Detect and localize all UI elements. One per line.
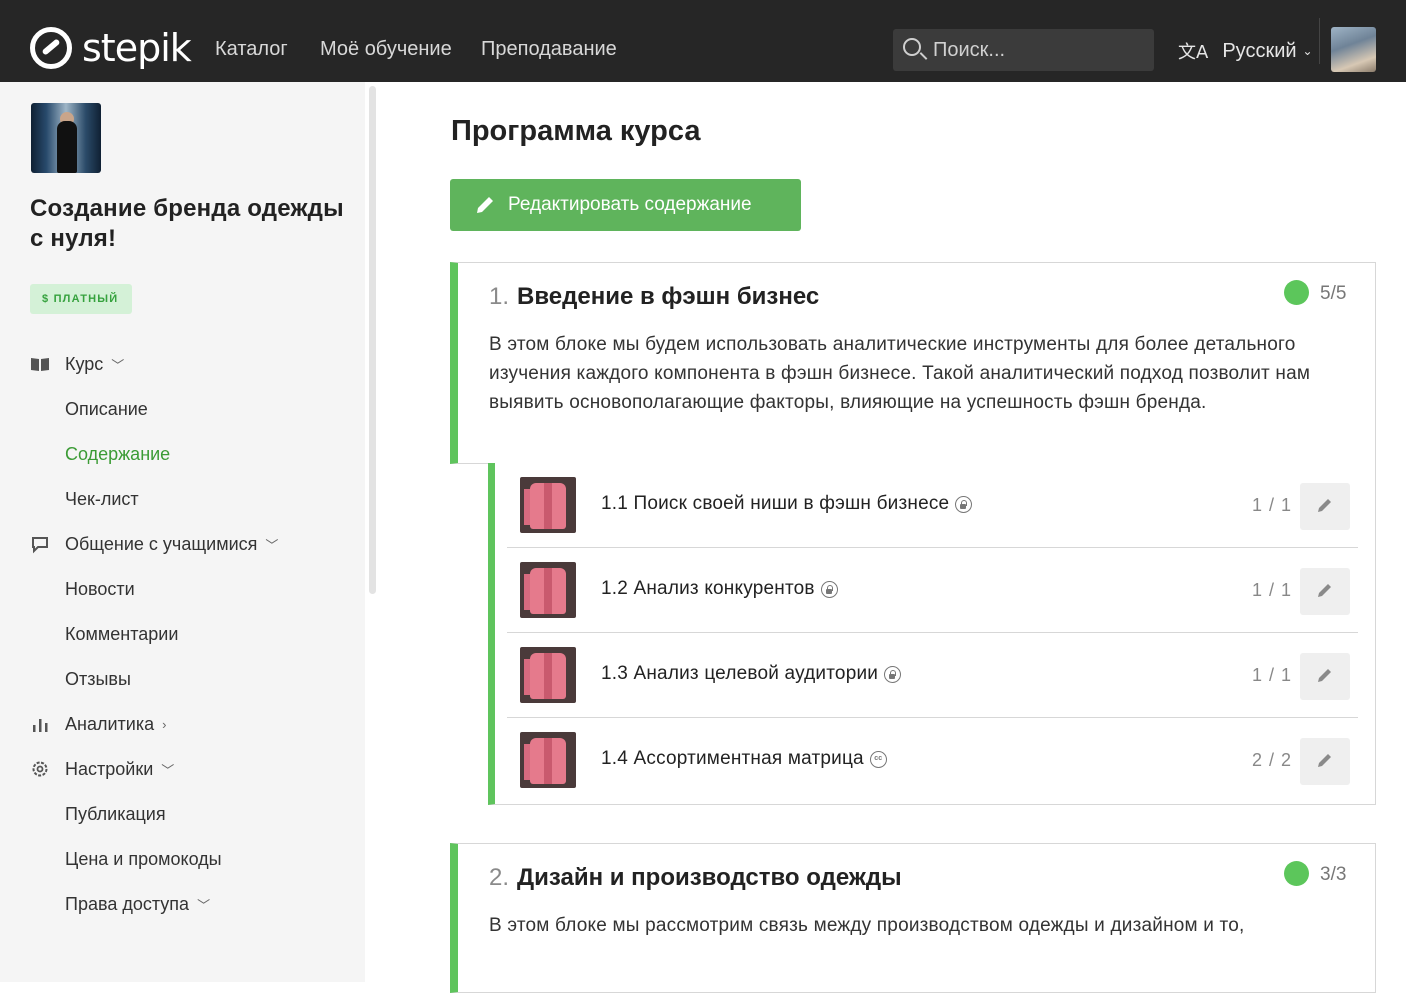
lesson-title[interactable]: 1.2 Анализ конкурентов	[601, 578, 838, 600]
lesson-title[interactable]: 1.1 Поиск своей ниши в фэшн бизнесе	[601, 493, 973, 515]
divider	[1319, 18, 1320, 64]
section-description: В этом блоке мы рассмотрим связь между п…	[489, 915, 1245, 936]
lesson-title[interactable]: 1.4 Ассортиментная матрица cc	[601, 748, 887, 770]
chevron-down-icon: ﹀	[197, 898, 211, 913]
sidebar-item-news[interactable]: Новости	[65, 579, 135, 600]
bar-chart-icon	[33, 719, 48, 732]
nav-catalog-link[interactable]: Каталог	[215, 38, 288, 61]
lesson-title-text: 1.3 Анализ целевой аудитории	[601, 663, 879, 684]
pencil-icon	[1318, 499, 1331, 512]
edit-lesson-button[interactable]	[1300, 568, 1350, 615]
edit-lesson-button[interactable]	[1300, 653, 1350, 700]
lock-icon	[820, 580, 838, 598]
chevron-right-icon: ›	[162, 717, 167, 732]
section-progress: 3/3	[1320, 864, 1347, 885]
sidebar-item-label: Права доступа	[65, 894, 190, 914]
section-number: 2.	[489, 864, 510, 891]
lesson-title[interactable]: 1.3 Анализ целевой аудитории	[601, 663, 902, 685]
lock-icon	[955, 495, 973, 513]
lesson-progress: 1 / 1	[1252, 665, 1293, 685]
sidebar-item-label: Аналитика	[65, 714, 155, 734]
course-avatar	[31, 103, 101, 173]
chevron-down-icon: ﹀	[111, 358, 125, 373]
search-input[interactable]	[933, 37, 1133, 63]
translate-icon: 文A	[1178, 42, 1209, 63]
section-title[interactable]: 1. Введение в фэшн бизнес	[489, 283, 819, 311]
sidebar-item-label: Курс	[65, 354, 104, 374]
sidebar-item-settings[interactable]: Настройки ﹀	[65, 759, 174, 780]
sidebar-item-analytics[interactable]: Аналитика ›	[65, 714, 166, 735]
stepik-logo[interactable]: stepik	[30, 26, 192, 70]
sidebar-item-comments[interactable]: Комментарии	[65, 624, 178, 645]
lesson-title-text: 1.2 Анализ конкурентов	[601, 578, 815, 599]
lesson-row[interactable]: 1.1 Поиск своей ниши в фэшн бизнесе 1 / …	[495, 463, 1376, 548]
sidebar-item-communication[interactable]: Общение с учащимися ﹀	[65, 534, 278, 555]
sidebar-item-access[interactable]: Права доступа ﹀	[65, 894, 210, 915]
section-number: 1.	[489, 283, 510, 310]
sidebar-item-content[interactable]: Содержание	[65, 444, 170, 465]
section-title-text: Введение в фэшн бизнес	[517, 283, 820, 310]
book-icon	[31, 358, 49, 371]
lesson-thumbnail	[520, 477, 576, 533]
lesson-progress: 1 / 1	[1252, 495, 1293, 515]
lesson-thumbnail	[520, 732, 576, 788]
chevron-down-icon: ﹀	[161, 763, 175, 778]
lesson-thumbnail	[520, 647, 576, 703]
search-box	[893, 29, 1154, 71]
edit-lesson-button[interactable]	[1300, 483, 1350, 530]
edit-content-label: Редактировать содержание	[508, 194, 752, 215]
sidebar-item-label: Общение с учащимися	[65, 534, 258, 554]
lesson-progress: 1 / 1	[1252, 580, 1293, 600]
lesson-row[interactable]: 1.4 Ассортиментная матрица cc 2 / 2	[495, 718, 1376, 803]
chevron-down-icon: ⌄	[1302, 44, 1313, 58]
cc-icon: cc	[869, 750, 887, 768]
lesson-thumbnail	[520, 562, 576, 618]
pencil-icon	[1318, 669, 1331, 682]
top-navbar: stepik Каталог Моё обучение Преподавание…	[0, 0, 1406, 82]
progress-dot-icon	[1284, 280, 1309, 305]
section-2: 2. Дизайн и производство одежды 3/3 В это…	[450, 843, 1376, 993]
user-avatar[interactable]	[1331, 27, 1376, 72]
nav-my-learning-link[interactable]: Моё обучение	[320, 38, 452, 61]
chevron-down-icon: ﹀	[265, 538, 279, 553]
edit-content-button[interactable]: Редактировать содержание	[450, 179, 801, 231]
search-icon	[903, 38, 921, 56]
paid-badge: $ ПЛАТНЫЙ	[30, 284, 132, 314]
lesson-title-text: 1.1 Поиск своей ниши в фэшн бизнесе	[601, 493, 950, 514]
lesson-title-text: 1.4 Ассортиментная матрица	[601, 748, 864, 769]
pencil-icon	[477, 197, 493, 213]
sidebar-item-course[interactable]: Курс ﹀	[65, 354, 124, 375]
section-description: В этом блоке мы будем использовать анали…	[489, 334, 1311, 413]
lesson-progress: 2 / 2	[1252, 750, 1293, 770]
sidebar-item-reviews[interactable]: Отзывы	[65, 669, 131, 690]
sidebar-item-publication[interactable]: Публикация	[65, 804, 166, 825]
pencil-icon	[1318, 584, 1331, 597]
logo-text: stepik	[82, 26, 192, 70]
sidebar-item-label: Настройки	[65, 759, 154, 779]
nav-teaching-link[interactable]: Преподавание	[481, 38, 617, 61]
sidebar-item-checklist[interactable]: Чек-лист	[65, 489, 139, 510]
language-label: Русский	[1222, 39, 1297, 62]
progress-dot-icon	[1284, 861, 1309, 886]
lesson-row[interactable]: 1.2 Анализ конкурентов 1 / 1	[495, 548, 1376, 633]
edit-lesson-button[interactable]	[1300, 738, 1350, 785]
section-title[interactable]: 2. Дизайн и производство одежды	[489, 864, 902, 892]
pencil-icon	[1318, 754, 1331, 767]
sidebar-item-price[interactable]: Цена и промокоды	[65, 849, 222, 870]
section-1: 1. Введение в фэшн бизнес 5/5 В этом блок…	[450, 262, 1376, 464]
language-selector[interactable]: 文A Русский ⌄	[1178, 38, 1313, 64]
lock-icon	[884, 665, 902, 683]
gear-icon	[32, 761, 48, 777]
course-title: Создание бренда одежды с нуля!	[30, 195, 344, 252]
stepik-logo-icon	[30, 27, 72, 69]
sidebar-scrollbar[interactable]	[369, 86, 376, 594]
page-title: Программа курса	[451, 115, 701, 147]
section-progress: 5/5	[1320, 283, 1347, 304]
chat-icon	[32, 537, 48, 554]
lesson-list: 1.1 Поиск своей ниши в фэшн бизнесе 1 / …	[488, 463, 1376, 805]
sidebar-item-description[interactable]: Описание	[65, 399, 148, 420]
section-title-text: Дизайн и производство одежды	[517, 864, 902, 891]
lesson-row[interactable]: 1.3 Анализ целевой аудитории 1 / 1	[495, 633, 1376, 718]
